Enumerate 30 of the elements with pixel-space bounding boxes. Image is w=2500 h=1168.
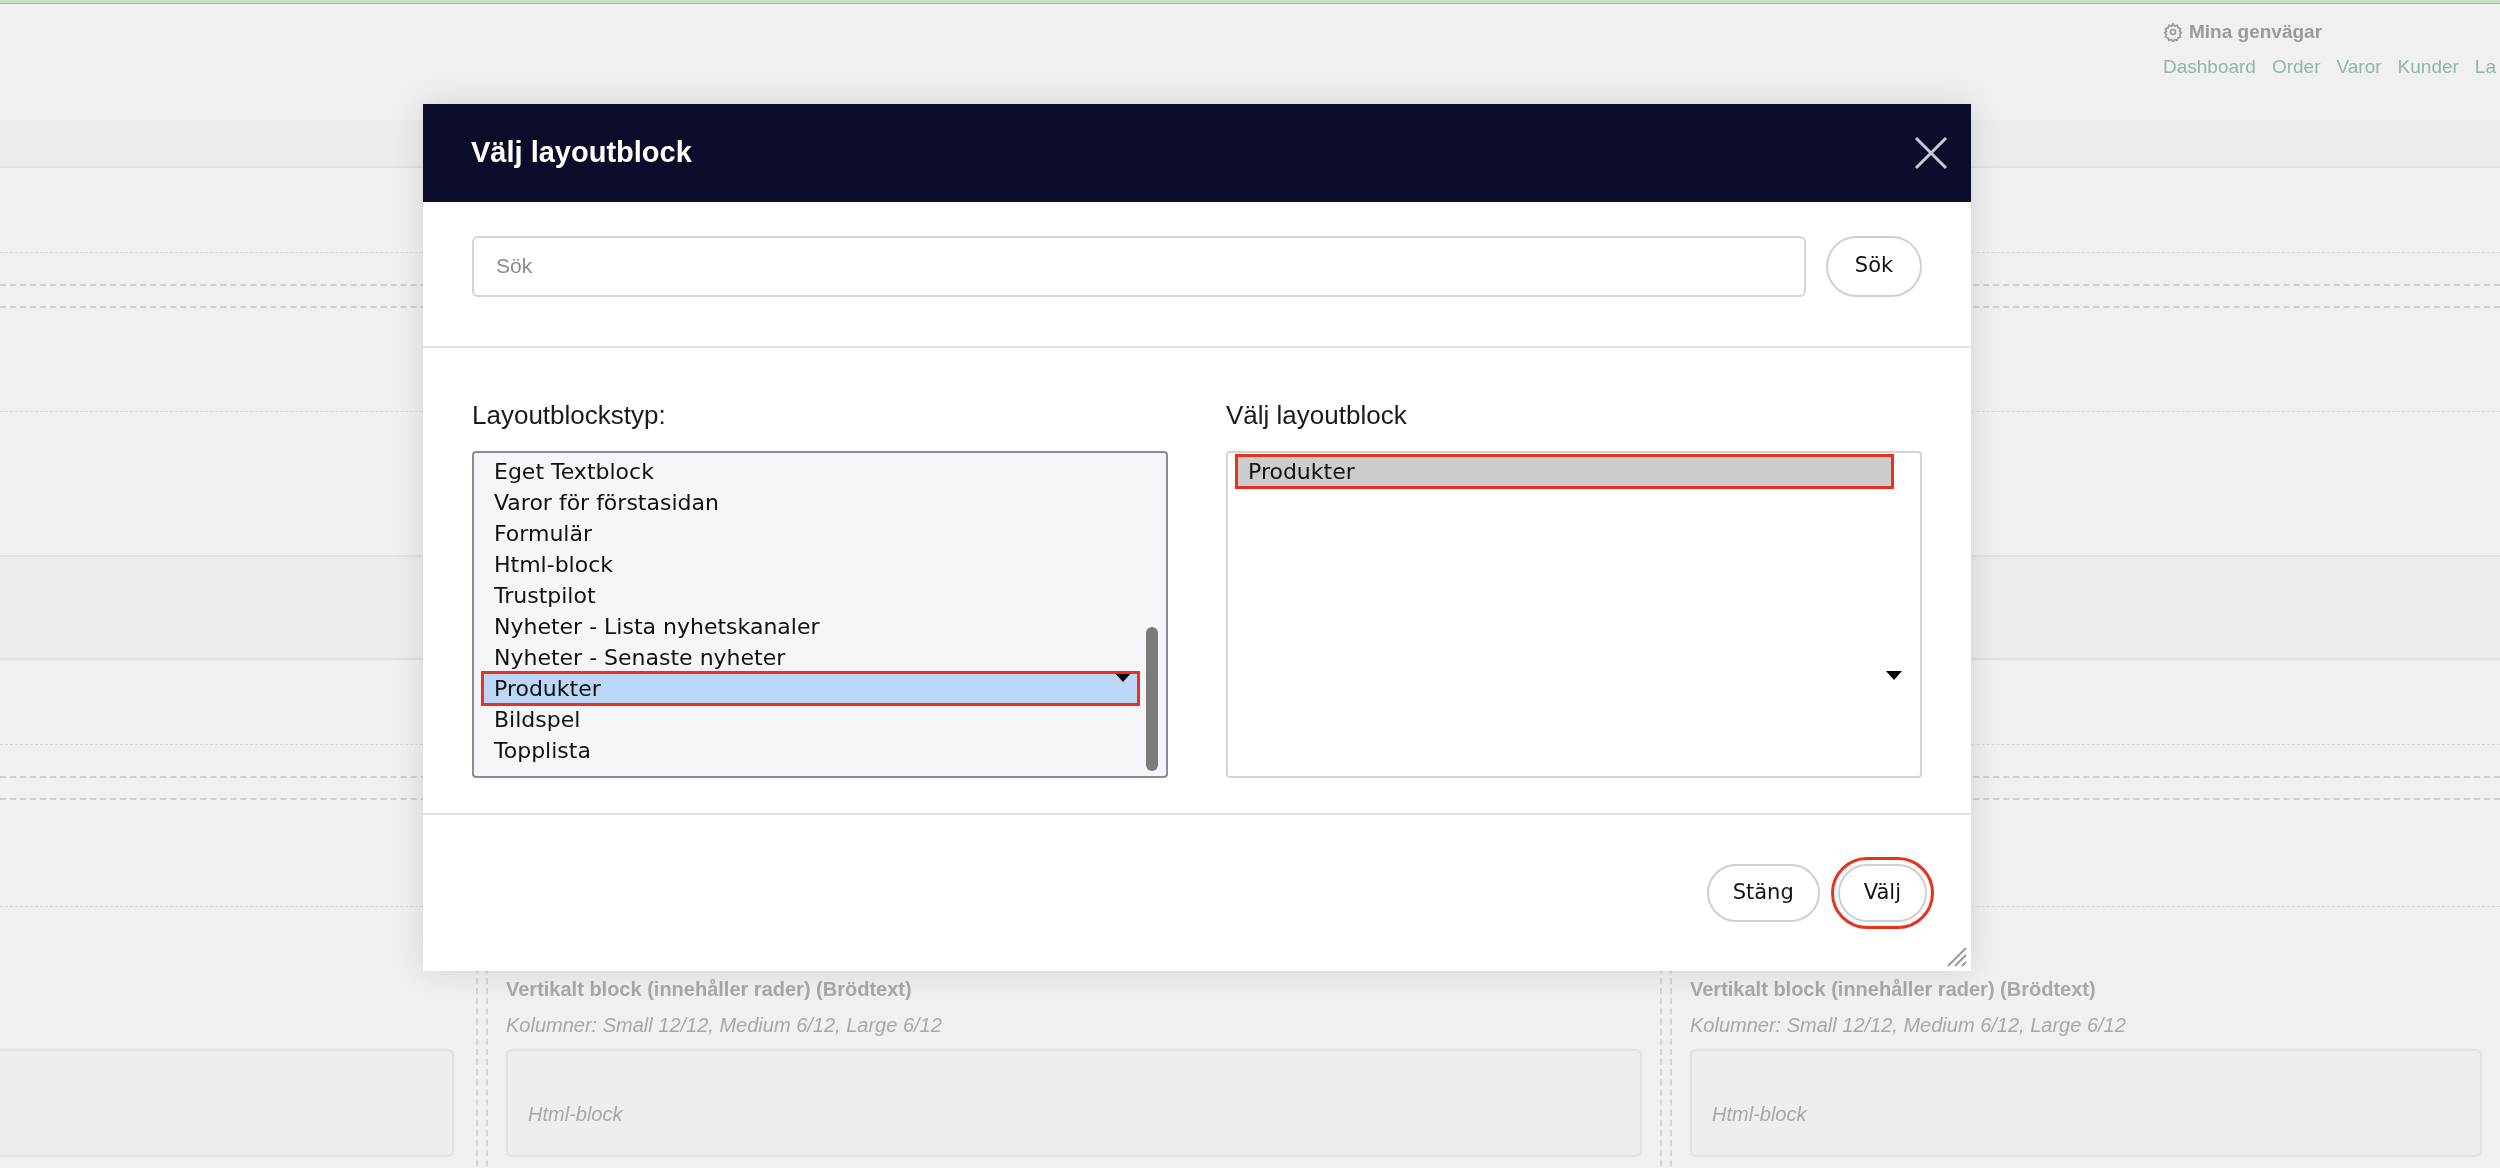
list-option[interactable]: Produkter — [483, 673, 1138, 704]
listbox[interactable]: Eget Textblock Varor för förstasidan Formulär Html-block Trustpilot Nyheter - Lista nyhetskanaler Nyheter - Senaste nyheter Produkter Bildspel Topplista — [472, 451, 1168, 778]
list-option[interactable]: Nyheter - Senaste nyheter — [483, 642, 1138, 673]
listbox[interactable]: Produkter — [1226, 451, 1922, 778]
block-title: Vertikalt block (innehåller rader) (Brödtext) — [506, 977, 913, 1001]
list-option[interactable]: Eget Textblock — [483, 456, 1138, 487]
list-option[interactable]: Nyheter - Lista nyhetskanaler — [483, 611, 1138, 642]
search-field[interactable]: Sök — [472, 235, 1806, 297]
settings-icon — [2163, 22, 2183, 43]
list-option[interactable]: Formulär — [483, 518, 1138, 549]
resize-grip-icon[interactable] — [1945, 945, 1967, 967]
card-label: Html-block — [1712, 1102, 1807, 1127]
block-info: Kolumner: Small 12/12, Medium 6/12, Large 6/12 — [506, 1013, 943, 1037]
list-label: Välj layoutblock — [1226, 399, 1408, 432]
list-option[interactable]: Bildspel — [483, 704, 1138, 735]
dialog-title: Välj layoutblock — [471, 135, 692, 171]
list-option[interactable]: Html-block — [483, 549, 1138, 580]
shortcuts-title: Mina genvägar — [2189, 20, 2323, 44]
scrollbar-thumb[interactable] — [1146, 627, 1158, 771]
search-button[interactable]: Sök — [1826, 235, 1922, 297]
block-info: Kolumner: Small 12/12, Medium 6/12, Large 6/12 — [1690, 1013, 2127, 1037]
list-option[interactable]: Topplista — [483, 735, 1138, 766]
card-label: Html-block — [528, 1102, 623, 1127]
list-option[interactable]: Varor för förstasidan — [483, 487, 1138, 518]
list-option[interactable]: Produkter — [1237, 456, 1892, 487]
caret-icon — [1115, 673, 1131, 683]
list-option[interactable]: Trustpilot — [483, 580, 1138, 611]
list-label: Layoutblockstyp: — [472, 399, 667, 432]
block-title: Vertikalt block (innehåller rader) (Brödtext) — [1690, 977, 2097, 1001]
caret-icon — [1886, 671, 1902, 681]
